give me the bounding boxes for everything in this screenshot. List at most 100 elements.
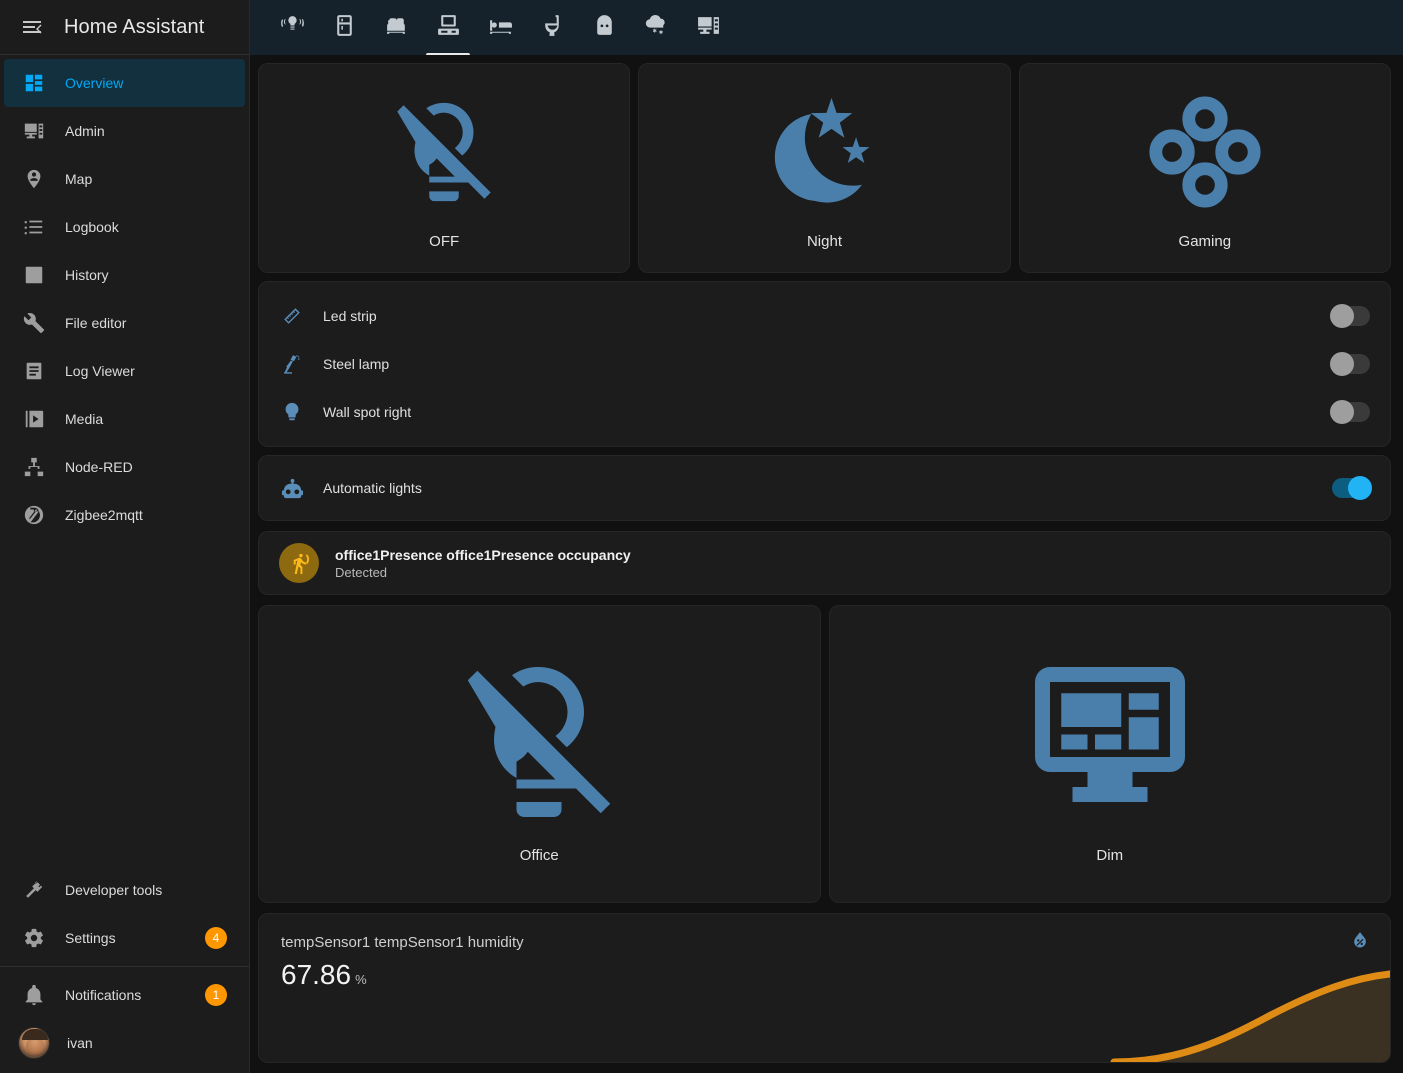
tab-lights[interactable]	[268, 0, 316, 55]
toggle-knob	[1330, 352, 1354, 376]
sidebar-item-media[interactable]: Media	[0, 395, 249, 443]
sidebar-header: Home Assistant	[0, 0, 249, 55]
status-badge: 4	[205, 927, 227, 949]
sidebar-item-map[interactable]: Map	[0, 155, 249, 203]
circle-multiple-icon	[1146, 87, 1264, 217]
led-strip-icon	[281, 305, 321, 327]
sidebar-item-label: History	[65, 267, 109, 283]
sensor-unit: %	[355, 972, 367, 987]
zigbee-icon	[12, 504, 56, 526]
lightbulb-group-icon	[280, 13, 305, 43]
face-woman-icon	[592, 13, 617, 43]
monitor-server-icon	[12, 120, 56, 142]
sidebar-item-zigbee2mqtt[interactable]: Zigbee2mqtt	[0, 491, 249, 539]
scene-label: Night	[807, 233, 842, 250]
sidebar: Home Assistant Overview Admin Map	[0, 0, 250, 1073]
sensor-header: tempSensor1 tempSensor1 humidity 67.86%	[259, 914, 1390, 991]
entity-toggle[interactable]	[1332, 402, 1370, 422]
play-box-icon	[12, 408, 56, 430]
tab-person[interactable]	[580, 0, 628, 55]
sidebar-item-node-red[interactable]: Node-RED	[0, 443, 249, 491]
sidebar-item-logbook[interactable]: Logbook	[0, 203, 249, 251]
menu-collapse-icon[interactable]	[10, 5, 54, 49]
chart-box-icon	[12, 264, 56, 286]
entity-row-led-strip[interactable]: Led strip	[259, 292, 1390, 340]
toggle-knob	[1330, 400, 1354, 424]
bed-icon	[488, 13, 513, 43]
lightbulb-off-icon	[385, 87, 503, 217]
sidebar-item-developer-tools[interactable]: Developer tools	[0, 866, 249, 914]
sidebar-item-history[interactable]: History	[0, 251, 249, 299]
sidebar-item-label: File editor	[65, 315, 126, 331]
scene-card-night[interactable]: Night	[638, 63, 1010, 273]
avatar	[18, 1027, 50, 1059]
desktop-classic-icon	[436, 13, 461, 43]
sensor-card-humidity[interactable]: tempSensor1 tempSensor1 humidity 67.86%	[258, 913, 1391, 1063]
entity-row-wall-spot-right[interactable]: Wall spot right	[259, 388, 1390, 436]
sidebar-item-log-viewer[interactable]: Log Viewer	[0, 347, 249, 395]
presence-state: Detected	[335, 564, 631, 581]
sensor-title: tempSensor1 tempSensor1 humidity	[281, 934, 1368, 951]
scene-card-off[interactable]: OFF	[258, 63, 630, 273]
presence-title: office1Presence office1Presence occupanc…	[335, 546, 631, 564]
big-card-dim[interactable]: Dim	[829, 605, 1392, 903]
entity-label: Led strip	[323, 308, 377, 324]
sidebar-item-label: Map	[65, 171, 92, 187]
sitemap-icon	[12, 456, 56, 478]
tab-bedroom[interactable]	[476, 0, 524, 55]
sidebar-item-admin[interactable]: Admin	[0, 107, 249, 155]
sidebar-item-label: Settings	[65, 930, 116, 946]
automation-label: Automatic lights	[323, 480, 422, 496]
scene-card-gaming[interactable]: Gaming	[1019, 63, 1391, 273]
tab-bathroom[interactable]	[528, 0, 576, 55]
lightbulb-off-icon	[449, 644, 629, 839]
entity-toggle[interactable]	[1332, 306, 1370, 326]
scene-label: Gaming	[1179, 233, 1232, 250]
sidebar-item-overview[interactable]: Overview	[4, 59, 245, 107]
tab-system[interactable]	[684, 0, 732, 55]
bell-icon	[12, 984, 56, 1006]
sidebar-item-label: Overview	[65, 75, 123, 91]
automation-toggle[interactable]	[1332, 478, 1370, 498]
tab-weather[interactable]	[632, 0, 680, 55]
big-cards-row: Office Dim	[258, 605, 1391, 903]
app-root: Home Assistant Overview Admin Map	[0, 0, 1403, 1073]
big-card-office[interactable]: Office	[258, 605, 821, 903]
tab-living-room[interactable]	[372, 0, 420, 55]
entity-row-steel-lamp[interactable]: Steel lamp	[259, 340, 1390, 388]
hammer-icon	[12, 879, 56, 901]
weather-snowy-icon	[644, 13, 669, 43]
entity-label: Wall spot right	[323, 404, 411, 420]
sidebar-item-label: Developer tools	[65, 882, 162, 898]
format-list-bulleted-icon	[12, 216, 56, 238]
sidebar-item-settings[interactable]: Settings 4	[0, 914, 249, 962]
toggle-knob	[1330, 304, 1354, 328]
status-badge: 1	[205, 984, 227, 1006]
automation-card[interactable]: Automatic lights	[258, 455, 1391, 521]
fridge-icon	[332, 13, 357, 43]
presence-card[interactable]: office1Presence office1Presence occupanc…	[258, 531, 1391, 595]
wrench-icon	[12, 312, 56, 334]
robot-icon	[281, 477, 321, 500]
monitor-server-icon	[696, 13, 721, 43]
toilet-icon	[540, 13, 565, 43]
sidebar-spacer	[0, 539, 249, 866]
weather-night-icon	[765, 87, 883, 217]
sidebar-bottom: Developer tools Settings 4 Notifications…	[0, 866, 249, 1073]
scene-cards-row: OFF Night	[258, 63, 1391, 273]
tab-office[interactable]	[424, 0, 472, 55]
sidebar-item-label: Media	[65, 411, 103, 427]
sidebar-item-user[interactable]: ivan	[0, 1019, 249, 1067]
app-title: Home Assistant	[64, 16, 204, 39]
sidebar-item-label: Admin	[65, 123, 105, 139]
sidebar-item-file-editor[interactable]: File editor	[0, 299, 249, 347]
entity-toggle[interactable]	[1332, 354, 1370, 374]
scene-label: OFF	[429, 233, 459, 250]
sidebar-item-label: ivan	[67, 1035, 93, 1051]
sidebar-item-label: Notifications	[65, 987, 141, 1003]
view-dashboard-icon	[12, 72, 56, 94]
sidebar-item-notifications[interactable]: Notifications 1	[0, 971, 249, 1019]
lightbulb-icon	[281, 401, 321, 423]
tab-kitchen[interactable]	[320, 0, 368, 55]
file-document-icon	[12, 360, 56, 382]
